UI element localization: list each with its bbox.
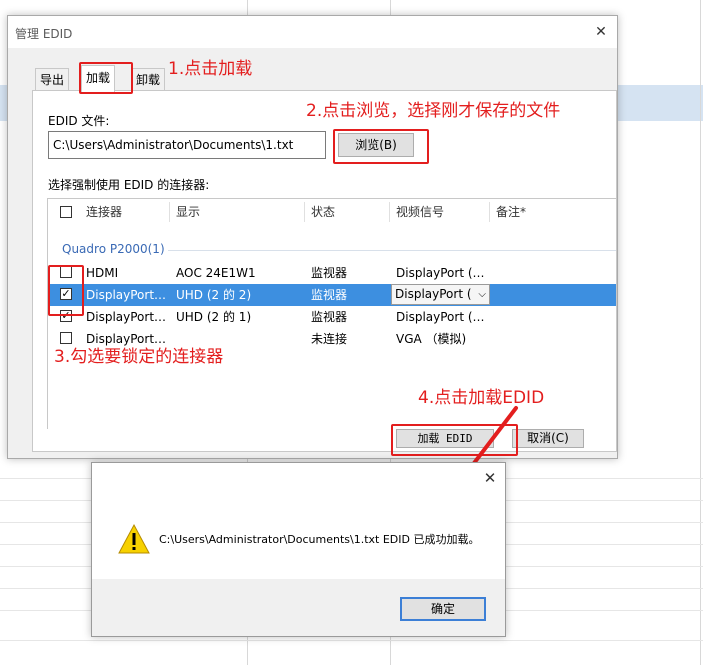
close-icon[interactable]: ✕	[481, 469, 499, 487]
chevron-down-icon: ⌵	[478, 289, 486, 300]
edid-file-label: EDID 文件:	[48, 114, 110, 128]
row-signal: DisplayPort (…	[396, 266, 485, 280]
message-text: C:\Users\Administrator\Documents\1.txt E…	[159, 533, 480, 546]
column-header-status[interactable]: 状态	[311, 199, 335, 225]
row-status: 监视器	[311, 266, 348, 280]
annotation-box-browse	[333, 129, 429, 164]
column-header-display[interactable]: 显示	[176, 199, 200, 225]
annotation-step2: 2.点击浏览，选择刚才保存的文件	[306, 101, 561, 121]
column-separator[interactable]	[489, 202, 490, 222]
dialog-title: 管理 EDID	[15, 27, 73, 41]
row-display: AOC 24E1W1	[176, 266, 256, 280]
close-icon[interactable]: ✕	[587, 18, 615, 46]
column-header-connector[interactable]: 连接器	[86, 199, 122, 225]
row-status: 监视器	[311, 288, 348, 302]
tab-export[interactable]: 导出	[35, 68, 70, 91]
tab-load[interactable]: 加载	[81, 65, 116, 92]
warning-icon	[118, 523, 150, 554]
edid-file-path-input[interactable]: C:\Users\Administrator\Documents\1.txt	[48, 131, 326, 159]
row-display: UHD (2 的 1)	[176, 310, 252, 324]
select-connectors-label: 选择强制使用 EDID 的连接器:	[48, 178, 210, 192]
row-signal: VGA （模拟)	[396, 332, 467, 346]
success-message-box: ✕ C:\Users\Administrator\Documents\1.txt…	[91, 462, 506, 637]
row-status: 监视器	[311, 310, 348, 324]
row-connector: DisplayPort…	[86, 310, 167, 324]
tab-unload[interactable]: 卸载	[131, 68, 166, 91]
column-header-notes[interactable]: 备注*	[496, 199, 526, 225]
gpu-group-label: Quadro P2000(1)	[62, 242, 165, 256]
annotation-box-checkboxes	[48, 265, 84, 316]
dialog-title-bar: 管理 EDID ✕	[8, 16, 617, 48]
background-row-line	[0, 640, 703, 641]
column-header-signal[interactable]: 视频信号	[396, 199, 444, 225]
annotation-step3: 3.勾选要锁定的连接器	[54, 347, 224, 367]
message-footer: 确定	[92, 579, 505, 636]
row-connector: HDMI	[86, 266, 119, 280]
table-row[interactable]: ✓ DisplayPort… UHD (2 的 1) 监视器 DisplayPo…	[48, 306, 616, 328]
video-signal-dropdown[interactable]: DisplayPort ( ⌵	[391, 284, 490, 305]
row-status: 未连接	[311, 332, 348, 346]
column-separator[interactable]	[389, 202, 390, 222]
row-display: UHD (2 的 2)	[176, 288, 252, 302]
column-separator[interactable]	[304, 202, 305, 222]
group-divider	[168, 250, 616, 251]
table-row[interactable]: ✓ DisplayPort… UHD (2 的 2) 监视器 DisplayPo…	[48, 284, 616, 306]
row-connector: DisplayPort…	[86, 288, 167, 302]
annotation-step1: 1.点击加载	[168, 59, 253, 79]
select-all-checkbox[interactable]	[60, 206, 72, 218]
column-separator[interactable]	[169, 202, 170, 222]
ok-button[interactable]: 确定	[400, 597, 486, 621]
table-row[interactable]: HDMI AOC 24E1W1 监视器 DisplayPort (…	[48, 262, 616, 284]
dropdown-value: DisplayPort (	[395, 287, 472, 301]
row-signal: DisplayPort (…	[396, 310, 485, 324]
